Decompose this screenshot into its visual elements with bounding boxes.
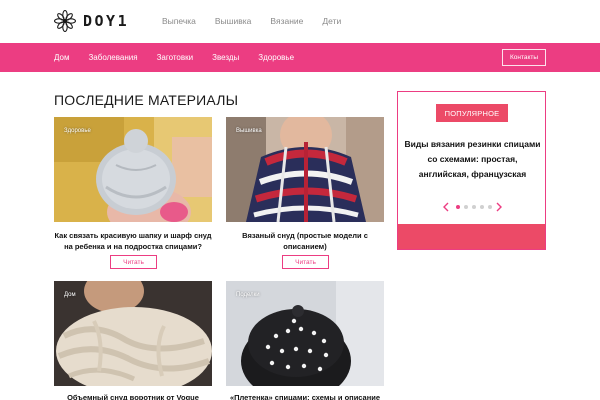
chevron-right-icon[interactable]	[494, 202, 504, 212]
card-title[interactable]: «Плетенка» спицами: схемы и описание	[226, 392, 384, 400]
menu-item-home[interactable]: Дом	[54, 53, 69, 62]
menu-item-preserves[interactable]: Заготовки	[157, 53, 194, 62]
popular-article-title[interactable]: Виды вязания резинки спицами со схемами:…	[402, 137, 543, 182]
card-title[interactable]: Вязаный снуд (простые модели с описанием…	[226, 230, 384, 252]
menu-item-health[interactable]: Здоровье	[258, 53, 294, 62]
card-image-hat[interactable]: Здоровье	[54, 117, 212, 222]
card-tag[interactable]: Дом	[64, 292, 76, 298]
site-logo[interactable]: DOY1	[54, 10, 129, 32]
read-button[interactable]: Читать	[282, 255, 329, 269]
contacts-button[interactable]: Контакты	[502, 49, 546, 66]
card-image-snood[interactable]: Вышивка	[226, 117, 384, 222]
top-nav-item-baking[interactable]: Выпечка	[162, 16, 196, 26]
read-button[interactable]: Читать	[110, 255, 157, 269]
section-title: ПОСЛЕДНИЕ МАТЕРИАЛЫ	[54, 92, 239, 108]
card-title[interactable]: Объемный снуд воротник от Vogue	[54, 392, 212, 400]
slider-dots	[456, 205, 492, 209]
slider-dot[interactable]	[464, 205, 468, 209]
slider-dot[interactable]	[488, 205, 492, 209]
card-image-collar[interactable]: Дом	[54, 281, 212, 386]
main-menu: Дом Заболевания Заготовки Звезды Здоровь…	[54, 43, 313, 72]
flower-logo-icon	[54, 10, 76, 32]
menu-item-diseases[interactable]: Заболевания	[88, 53, 137, 62]
menu-item-stars[interactable]: Звезды	[212, 53, 239, 62]
popular-widget: ПОПУЛЯРНОЕ Виды вязания резинки спицами …	[397, 91, 546, 250]
top-nav-item-embroidery[interactable]: Вышивка	[215, 16, 252, 26]
card-tag[interactable]: Вышивка	[236, 128, 262, 134]
top-nav-item-kids[interactable]: Дети	[322, 16, 341, 26]
top-nav: Выпечка Вышивка Вязание Дети	[162, 16, 360, 26]
card-tag[interactable]: Здоровье	[64, 128, 91, 134]
widget-footer-bar	[398, 224, 545, 249]
popular-badge: ПОПУЛЯРНОЕ	[436, 104, 508, 122]
card-tag[interactable]: Поделки	[236, 292, 260, 298]
chunky-collar-photo	[54, 281, 212, 386]
card-title[interactable]: Как связать красивую шапку и шарф снуд н…	[54, 230, 212, 252]
slider-dot[interactable]	[456, 205, 460, 209]
logo-text: DOY1	[83, 12, 130, 30]
slider-dot[interactable]	[480, 205, 484, 209]
card-image-braid-hat[interactable]: Поделки	[226, 281, 384, 386]
site-header: DOY1 Выпечка Вышивка Вязание Дети	[0, 0, 600, 43]
main-menu-bar: Дом Заболевания Заготовки Звезды Здоровь…	[0, 43, 600, 72]
slider-dot[interactable]	[472, 205, 476, 209]
top-nav-item-knitting[interactable]: Вязание	[270, 16, 303, 26]
chevron-left-icon[interactable]	[441, 202, 451, 212]
